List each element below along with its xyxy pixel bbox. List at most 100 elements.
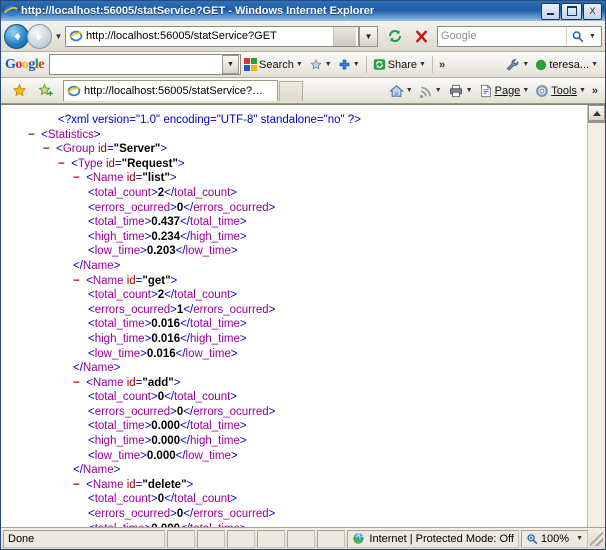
maximize-button[interactable] <box>561 2 582 20</box>
xml-line: <total_time>0.016</total_time> <box>88 318 247 331</box>
xml-line: − <Name id="delete"> <box>73 478 194 491</box>
collapse-toggle-icon[interactable]: − <box>58 158 65 170</box>
page-icon <box>479 84 493 98</box>
scrollbar-track[interactable] <box>588 123 605 527</box>
browser-tab[interactable]: http://localhost:56005/statService?GET <box>63 80 278 101</box>
xml-line: − <Type id="Request"> <box>58 157 185 170</box>
status-pane-4 <box>257 529 286 548</box>
chevron-down-icon[interactable]: ▼ <box>296 61 303 68</box>
address-url-text: http://localhost:56005/statService?GET <box>86 30 277 42</box>
tools-menu-button[interactable]: Tools ▼ <box>532 81 589 101</box>
home-icon <box>388 84 404 98</box>
google-share-button[interactable]: Share ▼ <box>370 55 429 75</box>
address-input[interactable]: http://localhost:56005/statService?GET <box>65 25 359 47</box>
address-dropdown-button[interactable]: ▼ <box>359 25 378 47</box>
collapse-toggle-icon[interactable]: − <box>73 479 80 491</box>
vertical-scrollbar[interactable] <box>587 105 605 527</box>
xml-line: <errors_ocurred>0</errors_ocurred> <box>88 201 276 214</box>
google-account-button[interactable]: teresa... ▼ <box>532 55 601 75</box>
chevron-down-icon[interactable]: ▼ <box>435 87 442 94</box>
xml-line: − <Name id="add"> <box>73 376 181 389</box>
chevron-down-icon[interactable]: ▼ <box>325 61 332 68</box>
chevron-down-icon[interactable]: ▼ <box>579 87 586 94</box>
content-area: <?xml version="1.0" encoding="UTF-8" sta… <box>1 104 605 527</box>
add-to-favorites-button[interactable] <box>33 79 57 103</box>
title-bar: http://localhost:56005/statService?GET -… <box>1 1 605 21</box>
status-pane-1 <box>167 529 196 548</box>
chevron-down-icon[interactable]: ▼ <box>522 87 529 94</box>
xml-line: − <Group id="Server"> <box>43 143 168 156</box>
minimize-button[interactable] <box>541 2 560 20</box>
chevron-down-icon[interactable]: ▼ <box>466 87 473 94</box>
rss-feed-icon <box>419 84 433 98</box>
refresh-button[interactable] <box>383 24 407 48</box>
stop-button[interactable] <box>409 24 433 48</box>
google-search-input[interactable]: ▼ <box>49 54 241 75</box>
favorites-center-button[interactable] <box>7 79 31 103</box>
online-status-icon <box>535 59 547 71</box>
print-button[interactable]: ▼ <box>445 81 476 101</box>
collapse-toggle-icon[interactable]: − <box>43 143 50 155</box>
xml-line: <high_time>0.000</high_time> <box>88 435 247 448</box>
tab-title: http://localhost:56005/statService?GET <box>84 85 271 97</box>
xml-line: </Name> <box>73 464 121 477</box>
xml-tree-view[interactable]: <?xml version="1.0" encoding="UTF-8" sta… <box>1 105 587 527</box>
close-button[interactable]: X <box>583 2 602 20</box>
search-provider-dropdown-icon[interactable]: ▼ <box>587 33 598 40</box>
printer-icon <box>448 84 464 98</box>
google-toolbar-overflow-button[interactable]: » <box>436 59 448 71</box>
page-menu-button[interactable]: Page ▼ <box>476 81 533 101</box>
tools-menu-label: Tools <box>551 84 577 97</box>
ie-search-box[interactable]: Google ▼ <box>437 25 602 47</box>
toolbar-separator <box>431 56 433 73</box>
collapse-toggle-icon[interactable]: − <box>73 275 80 287</box>
google-account-label: teresa... <box>549 58 590 71</box>
google-settings-button[interactable]: ▼ <box>502 55 532 75</box>
command-bar-overflow-button[interactable]: » <box>589 85 601 97</box>
scroll-up-button[interactable] <box>588 105 605 121</box>
window-controls: X <box>541 2 603 20</box>
chevron-down-icon[interactable]: ▼ <box>406 87 413 94</box>
google-colors-icon <box>244 58 257 71</box>
security-zone-pane[interactable]: Internet | Protected Mode: Off <box>347 529 519 548</box>
forward-button[interactable] <box>27 23 52 49</box>
xml-line: − <Statistics> <box>28 128 101 141</box>
google-toolbar: Google ▼ Search ▼ ▼ ▼ Share ▼ » ▼ teresa… <box>1 52 605 78</box>
page-menu-label: Page <box>494 84 521 97</box>
recent-pages-dropdown-icon[interactable]: ▼ <box>52 32 65 41</box>
chevron-down-icon[interactable]: ▼ <box>591 61 598 68</box>
xml-line: <low_time>0.000</low_time> <box>88 449 238 462</box>
zoom-level-pane[interactable]: 100% ▼ <box>520 529 588 548</box>
ie-browser-window: http://localhost:56005/statService?GET -… <box>0 0 606 550</box>
command-bar: http://localhost:56005/statService?GET ▼ <box>1 78 605 104</box>
google-search-button[interactable]: Search ▼ <box>241 55 306 75</box>
chevron-down-icon[interactable]: ▼ <box>419 61 426 68</box>
resize-grip[interactable] <box>590 531 603 546</box>
internet-explorer-icon <box>4 4 18 18</box>
security-zone-label: Internet | Protected Mode: Off <box>369 532 514 545</box>
xml-line: <errors_ocurred>0</errors_ocurred> <box>88 508 276 521</box>
command-bar-items: ▼ ▼ ▼ Page ▼ Tools ▼ » <box>386 81 601 101</box>
xml-line: − <Name id="get"> <box>73 274 178 287</box>
collapse-toggle-icon[interactable]: − <box>73 377 80 389</box>
google-search-dropdown-icon[interactable]: ▼ <box>222 55 239 74</box>
chevron-down-icon[interactable]: ▼ <box>522 61 529 68</box>
feeds-button[interactable]: ▼ <box>416 81 445 101</box>
search-submit-icon[interactable] <box>566 26 587 46</box>
xml-line: <high_time>0.234</high_time> <box>88 230 247 243</box>
wrench-icon <box>505 58 520 72</box>
google-add-button[interactable]: ▼ <box>335 55 363 75</box>
home-button[interactable]: ▼ <box>386 81 416 101</box>
chevron-down-icon[interactable]: ▼ <box>353 61 360 68</box>
window-title: http://localhost:56005/statService?GET -… <box>21 5 375 17</box>
new-tab-button[interactable] <box>279 80 303 101</box>
collapse-toggle-icon[interactable]: − <box>28 129 35 141</box>
xml-line: <total_count>0</total_count> <box>88 493 238 506</box>
google-bookmarks-button[interactable]: ▼ <box>306 55 335 75</box>
status-text-pane: Done <box>3 529 166 548</box>
xml-line: <total_time>0.000</total_time> <box>13 522 587 527</box>
back-button[interactable] <box>4 23 29 49</box>
status-pane-5 <box>287 529 316 548</box>
chevron-down-icon[interactable]: ▼ <box>576 535 583 542</box>
collapse-toggle-icon[interactable]: − <box>73 172 80 184</box>
